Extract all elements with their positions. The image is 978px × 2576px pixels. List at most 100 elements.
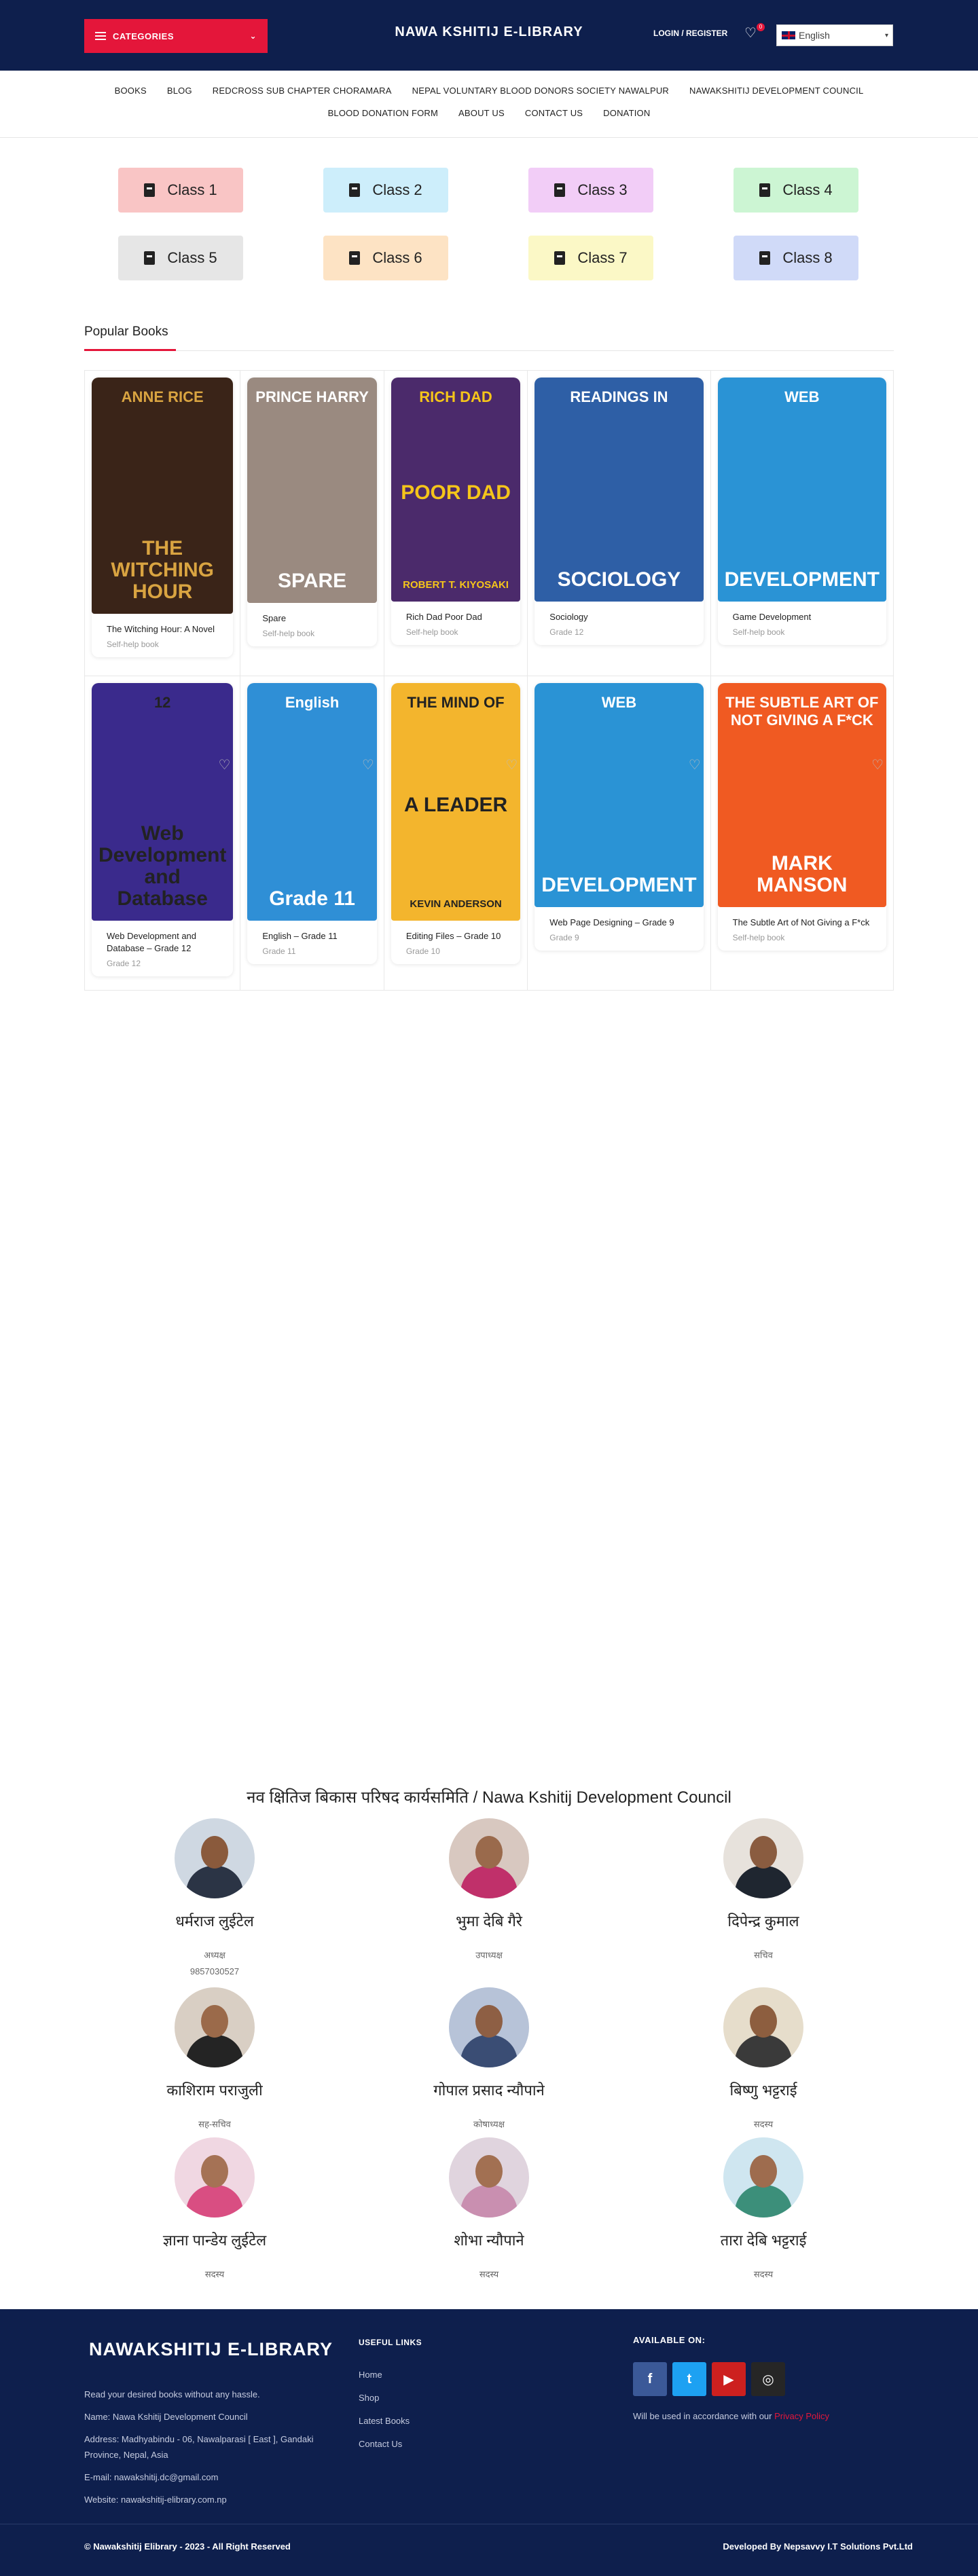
books-grid: ANNE RICE THE WITCHING HOUR The Witching H… <box>84 370 894 991</box>
cover-top-text: THE SUBTLE ART OF NOT GIVING A F*CK <box>725 694 879 729</box>
footer-link[interactable]: Home <box>359 2363 410 2387</box>
book-card[interactable]: READINGS IN SOCIOLOGY Sociology Grade 12 <box>535 378 704 645</box>
council-member: भुमा देबि गैरे उपाध्यक्ष <box>387 1818 591 1961</box>
book-title[interactable]: The Witching Hour: A Novel <box>92 614 233 640</box>
book-cell: WEB DEVELOPMENT Web Page Designing – Grade… <box>528 676 711 990</box>
youtube-icon[interactable]: ▶ <box>712 2362 746 2396</box>
wishlist-heart-icon[interactable]: ♡ <box>362 756 374 773</box>
book-title[interactable]: Web Page Designing – Grade 9 <box>535 907 703 933</box>
book-cover[interactable]: THE MIND OF A LEADER KEVIN ANDERSON <box>391 683 521 921</box>
footer-link[interactable]: Contact Us <box>359 2433 410 2456</box>
book-title[interactable]: Editing Files – Grade 10 <box>391 921 520 946</box>
twitter-icon[interactable]: t <box>672 2362 706 2396</box>
wishlist-heart-icon[interactable]: ♡ <box>218 756 230 773</box>
language-select[interactable]: English ▾ <box>776 24 893 46</box>
nav-link[interactable]: DONATION <box>603 108 650 118</box>
book-title[interactable]: Spare <box>247 603 376 629</box>
book-title[interactable]: English – Grade 11 <box>247 921 376 946</box>
nav-link[interactable]: BLOOD DONATION FORM <box>328 108 438 118</box>
nav-link[interactable]: CONTACT US <box>525 108 583 118</box>
wishlist-count-badge: 0 <box>757 23 765 31</box>
book-card[interactable]: PRINCE HARRY SPARE Spare Self-help book <box>247 378 377 646</box>
member-role: कोषाध्यक्ष <box>473 2119 505 2129</box>
footer-link[interactable]: Latest Books <box>359 2410 410 2433</box>
class-button[interactable]: Class 2 <box>323 168 448 213</box>
book-cover[interactable]: 12 Web Development and Database <box>92 683 234 921</box>
book-cover[interactable]: THE SUBTLE ART OF NOT GIVING A F*CK MARK … <box>717 683 886 907</box>
book-cover[interactable]: RICH DAD POOR DAD ROBERT T. KIYOSAKI <box>391 378 521 602</box>
wishlist-heart-icon[interactable]: ♡ <box>689 756 701 773</box>
nav-link[interactable]: NEPAL VOLUNTARY BLOOD DONORS SOCIETY NAW… <box>412 86 669 96</box>
book-card[interactable]: 12 Web Development and Database Web Develo… <box>92 683 234 976</box>
footer-link[interactable]: Shop <box>359 2387 410 2410</box>
avatar <box>449 2137 529 2218</box>
menu-icon <box>95 32 106 40</box>
class-button[interactable]: Class 1 <box>118 168 243 213</box>
instagram-icon[interactable]: ◎ <box>751 2362 785 2396</box>
nav-link[interactable]: NAWAKSHITIJ DEVELOPMENT COUNCIL <box>689 86 863 96</box>
book-category[interactable]: Grade 10 <box>391 946 520 956</box>
cover-main-text: A LEADER <box>403 793 508 816</box>
class-button[interactable]: Class 3 <box>528 168 653 213</box>
book-cover[interactable]: READINGS IN SOCIOLOGY <box>535 378 704 602</box>
class-button[interactable]: Class 8 <box>734 236 858 280</box>
cover-top-text: WEB <box>784 388 820 405</box>
book-card[interactable]: THE SUBTLE ART OF NOT GIVING A F*CK MARK … <box>717 683 886 951</box>
nav-link[interactable]: REDCROSS SUB CHAPTER CHORAMARA <box>213 86 392 96</box>
book-card[interactable]: RICH DAD POOR DAD ROBERT T. KIYOSAKI Rich D… <box>391 378 521 645</box>
class-button[interactable]: Class 6 <box>323 236 448 280</box>
book-cover[interactable]: English Grade 11 <box>247 683 377 921</box>
avatar-face <box>750 1836 777 1869</box>
book-category[interactable]: Grade 12 <box>535 627 703 637</box>
categories-button[interactable]: CATEGORIES ⌄ <box>84 19 268 53</box>
book-card[interactable]: WEB DEVELOPMENT Web Page Designing – Grade… <box>535 683 704 951</box>
book-title[interactable]: Rich Dad Poor Dad <box>391 602 520 627</box>
book-category[interactable]: Self-help book <box>391 627 520 637</box>
wishlist-heart-icon[interactable]: ♡ <box>871 756 884 773</box>
site-logo[interactable]: NAWA KSHITIJ E-LIBRARY <box>380 24 598 40</box>
nav-link[interactable]: BOOKS <box>115 86 147 96</box>
book-card[interactable]: English Grade 11 English – Grade 11 Grade 1… <box>247 683 377 964</box>
language-value: English <box>799 30 830 41</box>
privacy-policy-link[interactable]: Privacy Policy <box>774 2411 829 2421</box>
book-category[interactable]: Grade 9 <box>535 933 703 942</box>
cover-main-text: DEVELOPMENT <box>724 568 880 591</box>
book-cover[interactable]: WEB DEVELOPMENT <box>535 683 704 907</box>
book-card[interactable]: THE MIND OF A LEADER KEVIN ANDERSON Editing… <box>391 683 521 964</box>
book-cover[interactable]: ANNE RICE THE WITCHING HOUR <box>92 378 234 614</box>
avatar <box>723 1987 803 2067</box>
cover-top-text: THE MIND OF <box>407 694 505 711</box>
book-category[interactable]: Self-help book <box>247 629 376 638</box>
class-button[interactable]: Class 7 <box>528 236 653 280</box>
book-category[interactable]: Grade 11 <box>247 946 376 956</box>
book-card[interactable]: WEB DEVELOPMENT Game Development Self-help … <box>717 378 886 645</box>
wishlist-heart-icon[interactable]: ♡ <box>505 756 518 773</box>
privacy-note-text: Will be used in accordance with our <box>633 2411 775 2421</box>
footer-about-line: Name: Nawa Kshitij Development Council <box>84 2412 248 2422</box>
class-button[interactable]: Class 5 <box>118 236 243 280</box>
book-cover[interactable]: WEB DEVELOPMENT <box>717 378 886 602</box>
council-member: शोभा न्यौपाने सदस्य <box>387 2137 591 2280</box>
book-category[interactable]: Self-help book <box>718 933 886 942</box>
book-title[interactable]: Game Development <box>718 602 886 627</box>
facebook-icon[interactable]: f <box>633 2362 667 2396</box>
book-cover[interactable]: PRINCE HARRY SPARE <box>247 378 377 603</box>
nav-link[interactable]: ABOUT US <box>458 108 505 118</box>
footer-logo[interactable]: NAWAKSHITIJ E-LIBRARY <box>89 2339 333 2360</box>
book-title[interactable]: The Subtle Art of Not Giving a F*ck <box>718 907 886 933</box>
class-label: Class 5 <box>167 249 217 266</box>
book-category[interactable]: Self-help book <box>718 627 886 637</box>
wishlist-heart-icon[interactable]: ♡ 0 <box>744 23 765 41</box>
copyright-text: © Nawakshitij Elibrary - 2023 - All Righ… <box>84 2541 291 2552</box>
member-name: दिपेन्द्र कुमाल <box>727 1913 799 1930</box>
book-title[interactable]: Web Development and Database – Grade 12 <box>92 921 233 959</box>
login-register-link[interactable]: LOGIN / REGISTER <box>653 29 727 38</box>
member-role: सदस्य <box>753 2119 774 2129</box>
book-category[interactable]: Self-help book <box>92 640 233 649</box>
class-button[interactable]: Class 4 <box>734 168 858 213</box>
book-category[interactable]: Grade 12 <box>92 959 233 968</box>
book-card[interactable]: ANNE RICE THE WITCHING HOUR The Witching H… <box>92 378 234 657</box>
nav-link[interactable]: BLOG <box>167 86 192 96</box>
privacy-note: Will be used in accordance with our Priv… <box>633 2411 829 2421</box>
book-title[interactable]: Sociology <box>535 602 703 627</box>
